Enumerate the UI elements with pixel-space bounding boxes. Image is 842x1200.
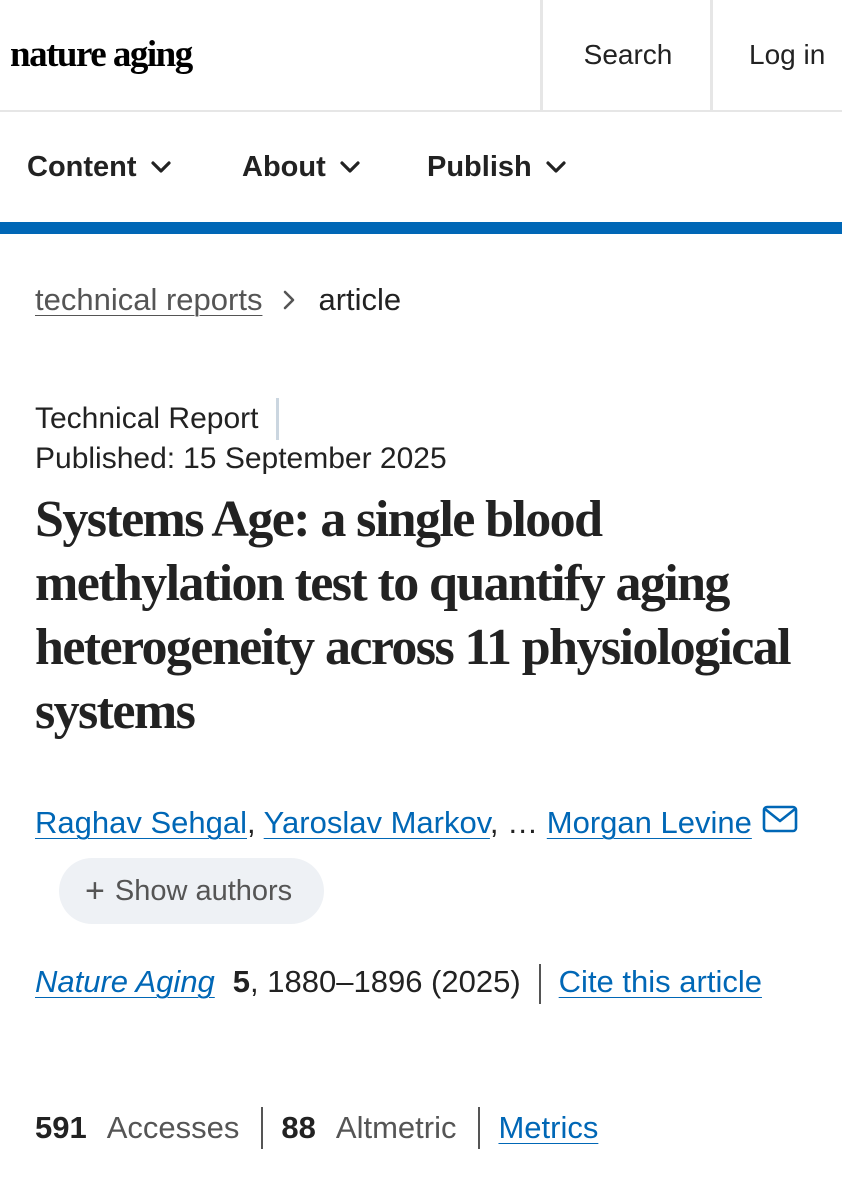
main-nav: Content About Publish xyxy=(0,112,842,222)
mail-icon[interactable] xyxy=(762,790,798,856)
article-title: Systems Age: a single blood methylation … xyxy=(35,491,792,740)
divider xyxy=(261,1107,264,1149)
site-logo[interactable]: nature aging xyxy=(10,30,193,80)
nav-accent-bar xyxy=(0,222,842,234)
divider xyxy=(276,398,280,440)
article-type: Technical Report xyxy=(35,398,280,440)
show-authors-button[interactable]: + Show authors xyxy=(59,857,325,924)
accesses-label: Accesses xyxy=(106,1110,240,1145)
authors-ellipsis: … xyxy=(507,805,539,840)
published-label: Published: xyxy=(35,442,176,475)
accesses-count: 591 xyxy=(35,1110,87,1145)
site-header: nature aging Search Log in xyxy=(0,0,842,112)
nav-item-label: Publish xyxy=(427,150,532,183)
show-authors-label: Show authors xyxy=(114,874,293,907)
citation: Nature Aging 5, 1880–1896 (2025) Cite this… xyxy=(35,952,815,1012)
login-button-label: Log in xyxy=(749,39,826,70)
journal-pages-year: , 1880–1896 (2025) xyxy=(250,964,521,999)
nav-item-label: About xyxy=(242,150,326,183)
journal-link[interactable]: Nature Aging xyxy=(35,964,215,999)
article-metrics: 591 Accesses 88 Altmetric Metrics xyxy=(35,1106,598,1150)
plus-icon: + xyxy=(85,871,105,910)
author-link[interactable]: Raghav Sehgal xyxy=(35,805,247,840)
metrics-link[interactable]: Metrics xyxy=(498,1110,598,1146)
divider xyxy=(538,963,541,1004)
published-date-value: 15 September 2025 xyxy=(183,442,447,475)
chevron-right-icon xyxy=(282,289,296,311)
chevron-down-icon xyxy=(546,161,566,173)
article-type-label: Technical Report xyxy=(35,402,259,435)
nav-item-about[interactable]: About xyxy=(242,147,360,187)
altmetric-count: 88 xyxy=(281,1110,316,1145)
nav-item-label: Content xyxy=(27,150,137,183)
author-link[interactable]: Yaroslav Markov xyxy=(264,805,490,840)
breadcrumb: technical reports article xyxy=(35,278,401,322)
login-button[interactable]: Log in xyxy=(710,0,842,110)
chevron-down-icon xyxy=(340,161,360,173)
nav-item-publish[interactable]: Publish xyxy=(427,147,566,187)
author-list: Raghav Sehgal, Yaroslav Markov, … Morgan… xyxy=(35,790,815,924)
author-link[interactable]: Morgan Levine xyxy=(547,805,752,840)
published-date: Published: 15 September 2025 xyxy=(35,442,447,476)
search-button-label: Search xyxy=(583,39,673,70)
breadcrumb-link-technical-reports[interactable]: technical reports xyxy=(35,282,262,318)
cite-this-article-link[interactable]: Cite this article xyxy=(559,964,762,999)
divider xyxy=(478,1107,481,1149)
breadcrumb-current: article xyxy=(318,282,402,317)
search-button[interactable]: Search xyxy=(540,0,713,110)
journal-volume: 5 xyxy=(232,964,251,999)
chevron-down-icon xyxy=(150,161,171,173)
altmetric-label: Altmetric xyxy=(335,1110,457,1145)
nav-item-content[interactable]: Content xyxy=(27,147,171,187)
